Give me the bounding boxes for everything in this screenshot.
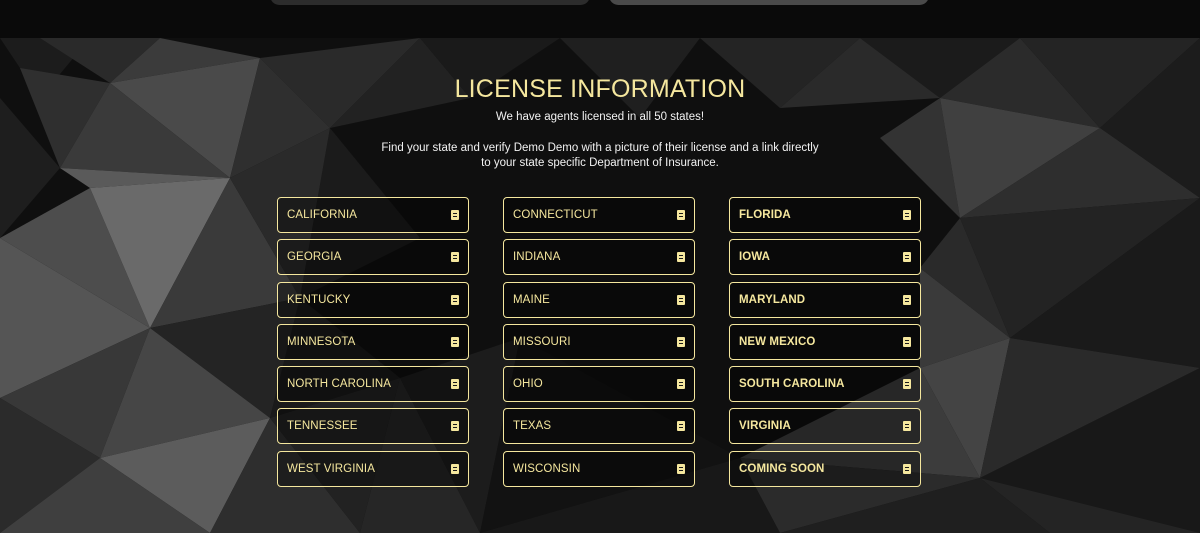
state-label: CONNECTICUT — [513, 209, 598, 221]
state-button-new-mexico[interactable]: NEW MEXICO — [729, 323, 921, 360]
state-label: GEORGIA — [287, 251, 342, 264]
page: LICENSE INFORMATION We have agents licen… — [0, 0, 1200, 533]
state-button-texas[interactable]: TEXAS — [503, 408, 695, 445]
document-icon — [451, 336, 459, 347]
document-icon — [677, 463, 685, 474]
state-button-california[interactable]: CALIFORNIA — [277, 197, 469, 233]
document-icon — [451, 210, 459, 220]
top-button-left[interactable] — [270, 0, 590, 5]
state-button-minnesota[interactable]: MINNESOTA — [277, 323, 469, 360]
document-icon — [903, 421, 911, 432]
state-button-maryland[interactable]: MARYLAND — [729, 281, 921, 318]
state-label: VIRGINIA — [739, 420, 791, 433]
document-icon — [677, 252, 685, 263]
document-icon — [903, 210, 911, 220]
state-label: MAINE — [513, 293, 550, 306]
state-button-indiana[interactable]: INDIANA — [503, 239, 695, 276]
document-icon — [451, 252, 459, 263]
document-icon — [451, 294, 459, 305]
state-button-georgia[interactable]: GEORGIA — [277, 239, 469, 276]
document-icon — [677, 421, 685, 432]
section-description: Find your state and verify Demo Demo wit… — [381, 142, 819, 169]
state-label: FLORIDA — [739, 209, 791, 221]
state-button-west-virginia[interactable]: WEST VIRGINIA — [277, 450, 469, 487]
state-label: CALIFORNIA — [287, 209, 358, 221]
document-icon — [677, 210, 685, 220]
state-button-north-carolina[interactable]: NORTH CAROLINA — [277, 366, 469, 403]
state-button-virginia[interactable]: VIRGINIA — [729, 408, 921, 445]
state-button-coming-soon[interactable]: COMING SOON — [729, 450, 921, 487]
state-label: WISCONSIN — [513, 462, 581, 475]
document-icon — [451, 463, 459, 474]
state-button-south-carolina[interactable]: SOUTH CAROLINA — [729, 366, 921, 403]
document-icon — [677, 336, 685, 347]
document-icon — [903, 336, 911, 347]
state-label: MARYLAND — [739, 293, 806, 306]
state-label: NORTH CAROLINA — [287, 378, 392, 391]
state-label: MINNESOTA — [287, 335, 356, 348]
state-label: WEST VIRGINIA — [287, 462, 375, 475]
document-icon — [903, 294, 911, 305]
state-label: TEXAS — [513, 420, 552, 433]
section-subtitle: We have agents licensed in all 50 states… — [495, 111, 705, 123]
state-label: KENTUCKY — [287, 293, 351, 306]
state-button-ohio[interactable]: OHIO — [503, 366, 695, 403]
document-icon — [451, 379, 459, 390]
state-label: IOWA — [739, 251, 771, 264]
state-button-florida[interactable]: FLORIDA — [729, 197, 921, 233]
state-label: TENNESSEE — [287, 420, 358, 433]
state-button-wisconsin[interactable]: WISCONSIN — [503, 450, 695, 487]
state-button-connecticut[interactable]: CONNECTICUT — [503, 197, 695, 233]
state-button-tennessee[interactable]: TENNESSEE — [277, 408, 469, 445]
document-icon — [451, 421, 459, 432]
top-strip — [0, 0, 1200, 38]
state-button-iowa[interactable]: IOWA — [729, 239, 921, 276]
document-icon — [677, 379, 685, 390]
document-icon — [903, 463, 911, 474]
state-label: MISSOURI — [513, 335, 571, 348]
state-label: NEW MEXICO — [739, 335, 816, 348]
state-button-kentucky[interactable]: KENTUCKY — [277, 281, 469, 318]
top-button-right[interactable] — [609, 0, 929, 5]
state-label: OHIO — [513, 378, 543, 391]
state-label: COMING SOON — [739, 462, 825, 475]
state-grid: CALIFORNIA CONNECTICUT FLORIDA GEORGIA I… — [277, 197, 921, 487]
state-button-maine[interactable]: MAINE — [503, 281, 695, 318]
document-icon — [903, 252, 911, 263]
document-icon — [677, 294, 685, 305]
document-icon — [903, 379, 911, 390]
section-title: LICENSE INFORMATION — [454, 75, 746, 103]
state-label: SOUTH CAROLINA — [739, 378, 845, 391]
license-section: LICENSE INFORMATION We have agents licen… — [0, 38, 1200, 533]
state-button-missouri[interactable]: MISSOURI — [503, 323, 695, 360]
state-label: INDIANA — [513, 251, 561, 264]
